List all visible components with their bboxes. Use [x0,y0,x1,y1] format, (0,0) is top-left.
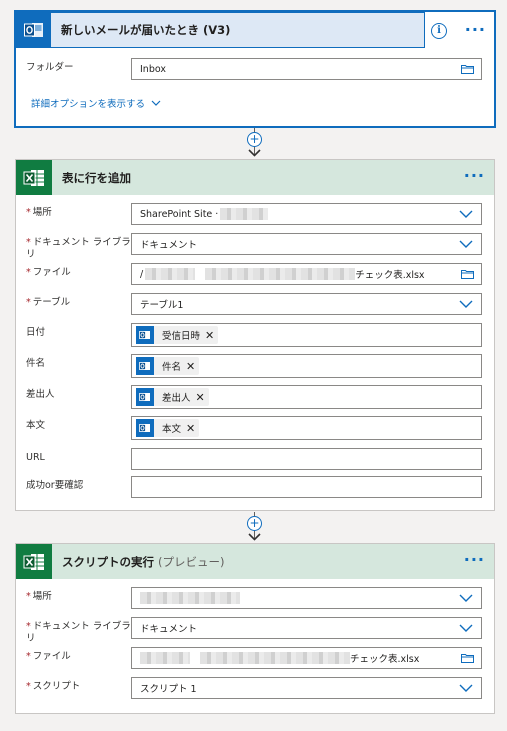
chevron-down-icon [459,624,473,632]
remove-token-icon[interactable]: ✕ [186,360,195,373]
table-value: テーブル1 [140,300,184,311]
chevron-down-icon [151,100,161,106]
file-value: チェック表.xlsx [350,654,420,665]
folder-picker-icon[interactable] [461,269,474,279]
status-label: 成功or要確認 [26,480,84,491]
status-field[interactable] [131,476,482,498]
trigger-card: 新しいメールが届いたとき (V3) i ··· フォルダー Inbox 詳細オプ… [15,11,495,127]
arrow-down-icon [248,533,261,541]
trigger-more-button[interactable]: ··· [465,22,486,38]
location-label: * 場所 [26,207,52,218]
subject-label: 件名 [26,358,46,369]
redacted-text [205,268,356,280]
chevron-down-icon [459,594,473,602]
library-label: * ドキュメント ライブラリ [26,237,131,260]
folder-label: フォルダー [26,62,74,73]
subject-field[interactable]: 件名 ✕ [131,354,482,378]
chevron-down-icon [459,300,473,308]
chevron-down-icon [459,210,473,218]
redacted-text [220,208,269,220]
info-icon[interactable]: i [431,23,447,39]
add-row-more-button[interactable]: ··· [464,168,485,184]
run-script-title: スクリプトの実行 (プレビュー) [62,554,225,569]
file-label: * ファイル [26,267,71,278]
arrow-down-icon [248,149,261,157]
dynamic-token[interactable]: 件名 ✕ [136,357,200,375]
file-label: * ファイル [26,651,71,662]
run-script-more-button[interactable]: ··· [464,552,485,568]
library-label: * ドキュメント ライブラリ [26,621,131,644]
trigger-header[interactable]: 新しいメールが届いたとき (V3) [16,12,425,48]
from-field[interactable]: 差出人 ✕ [131,385,482,409]
outlook-icon [136,419,154,437]
file-field[interactable]: チェック表.xlsx [131,647,482,669]
connector-2: + [245,512,265,543]
redacted-text [140,592,240,604]
chevron-down-icon [459,240,473,248]
file-value: チェック表.xlsx [355,270,425,281]
table-label: * テーブル [26,297,71,308]
date-field[interactable]: 受信日時 ✕ [131,323,482,347]
redacted-text [145,268,196,280]
chevron-down-icon [459,684,473,692]
show-advanced-options-link[interactable]: 詳細オプションを表示する [31,96,161,110]
dynamic-token[interactable]: 本文 ✕ [136,419,200,437]
url-field[interactable] [131,448,482,470]
script-dropdown[interactable]: スクリプト 1 [131,677,482,699]
add-row-title: 表に行を追加 [62,170,131,185]
file-prefix: / [140,268,144,280]
url-label: URL [26,452,45,463]
excel-icon [16,160,52,195]
show-advanced-label: 詳細オプションを表示する [31,99,146,110]
remove-token-icon[interactable]: ✕ [205,329,214,342]
dynamic-token[interactable]: 差出人 ✕ [136,388,209,406]
body-field[interactable]: 本文 ✕ [131,416,482,440]
library-value: ドキュメント [140,624,198,635]
script-value: スクリプト 1 [140,684,197,695]
location-label: * 場所 [26,591,52,602]
library-dropdown[interactable]: ドキュメント [131,233,482,255]
body-label: 本文 [26,420,46,431]
table-dropdown[interactable]: テーブル1 [131,293,482,315]
script-label: * スクリプト [26,681,81,692]
insert-step-button[interactable]: + [247,516,262,531]
connector-1: + [245,128,265,159]
location-value: SharePoint Site · [140,208,219,220]
excel-icon [16,544,52,579]
add-row-header[interactable]: 表に行を追加 [16,160,494,195]
run-script-card: スクリプトの実行 (プレビュー) ··· * 場所 * ドキュメント ライブラリ ド… [15,543,495,714]
folder-field[interactable]: Inbox [131,58,482,80]
dynamic-token[interactable]: 受信日時 ✕ [136,326,219,344]
run-script-subtitle: (プレビュー) [158,554,225,569]
redacted-text [140,652,190,664]
add-row-card: 表に行を追加 ··· * 場所 SharePoint Site · * ドキュメント… [15,159,495,511]
folder-value: Inbox [140,63,166,75]
trigger-title: 新しいメールが届いたとき (V3) [61,23,231,37]
from-label: 差出人 [26,389,55,400]
date-label: 日付 [26,327,46,338]
folder-picker-icon[interactable] [461,653,474,663]
library-dropdown[interactable]: ドキュメント [131,617,482,639]
remove-token-icon[interactable]: ✕ [196,391,205,404]
insert-step-button[interactable]: + [247,132,262,147]
remove-token-icon[interactable]: ✕ [186,422,195,435]
library-value: ドキュメント [140,240,198,251]
outlook-icon [136,388,154,406]
redacted-text [200,652,350,664]
location-dropdown[interactable]: SharePoint Site · [131,203,482,225]
outlook-icon [136,357,154,375]
location-dropdown[interactable] [131,587,482,609]
file-field[interactable]: / チェック表.xlsx [131,263,482,285]
folder-picker-icon[interactable] [461,64,474,74]
outlook-icon [17,13,51,47]
outlook-icon [136,326,154,344]
run-script-header[interactable]: スクリプトの実行 (プレビュー) [16,544,494,579]
